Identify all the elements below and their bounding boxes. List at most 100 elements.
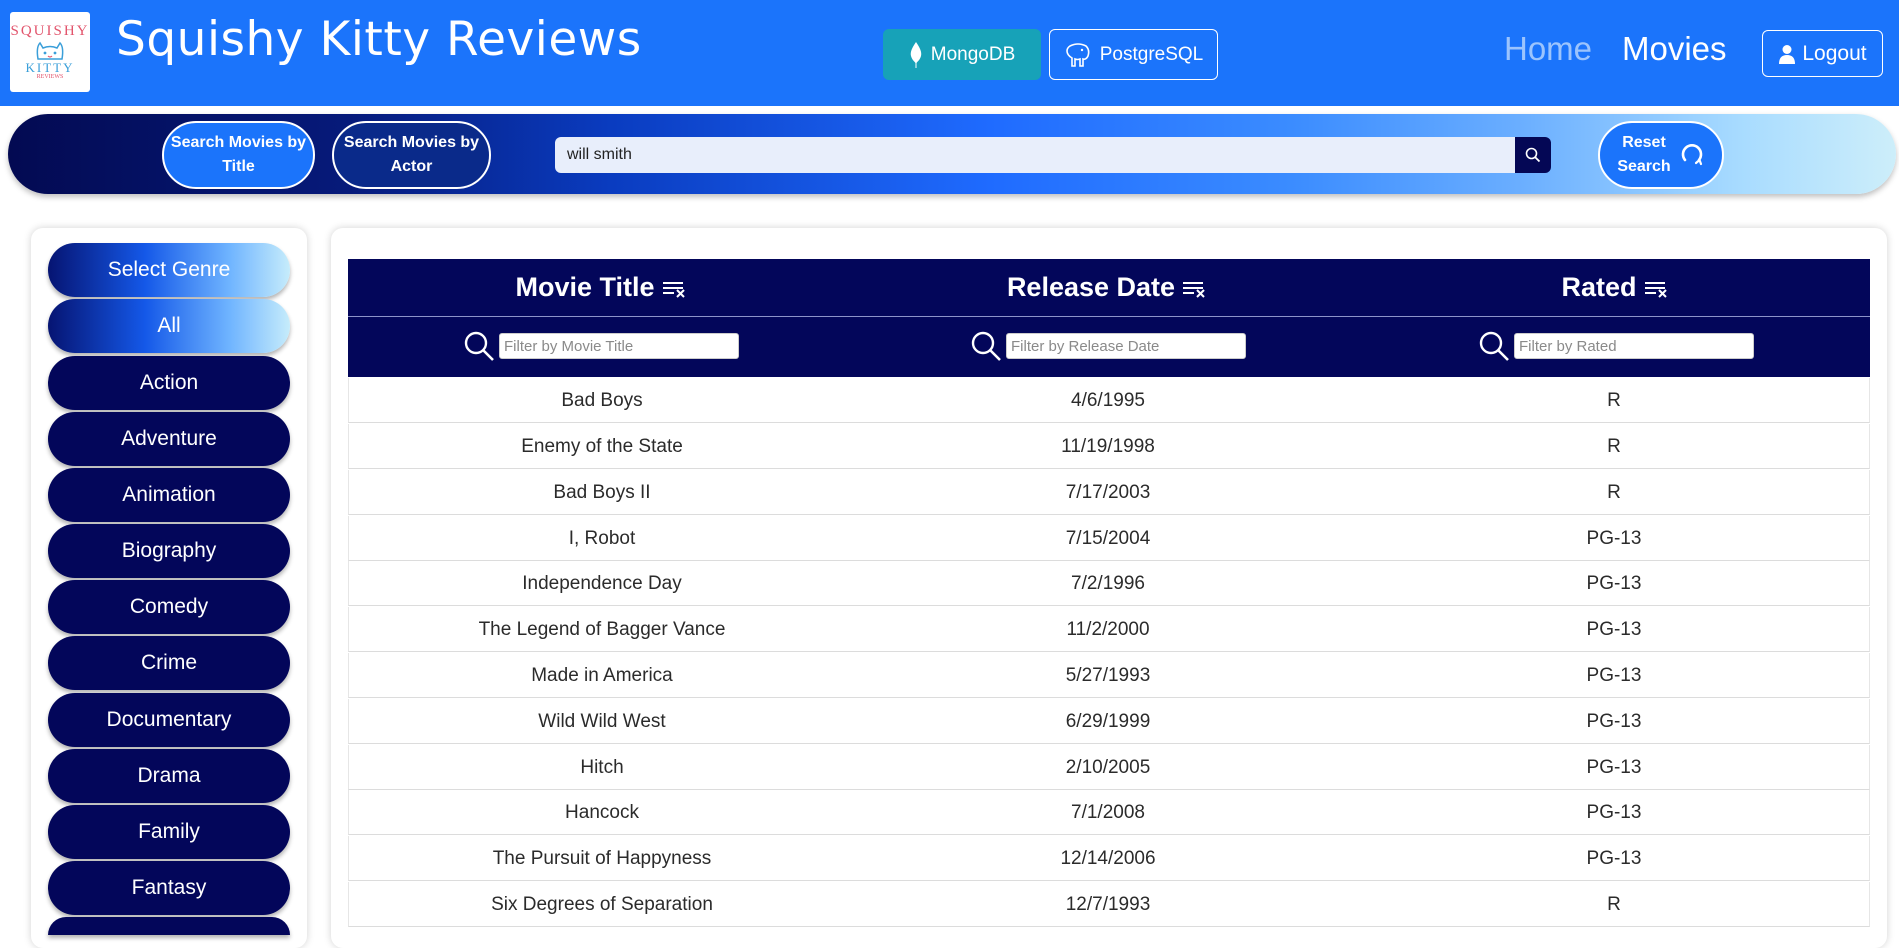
cell-movie-title: The Pursuit of Happyness bbox=[492, 847, 712, 869]
filter-rated-input[interactable] bbox=[1514, 333, 1754, 359]
cell-movie-title: Hitch bbox=[580, 756, 624, 778]
genre-documentary[interactable]: Documentary bbox=[48, 693, 290, 747]
search-by-title-label: Search Movies by Title bbox=[171, 131, 306, 179]
postgresql-button[interactable]: PostgreSQL bbox=[1049, 29, 1218, 80]
genre-action[interactable]: Action bbox=[48, 356, 290, 410]
select-genre-header: Select Genre bbox=[48, 243, 290, 297]
user-icon bbox=[1779, 44, 1796, 64]
search-by-title-button[interactable]: Search Movies by Title bbox=[162, 121, 315, 189]
postgresql-button-label: PostgreSQL bbox=[1099, 43, 1204, 65]
site-title: Squishy Kitty Reviews bbox=[116, 12, 642, 67]
table-row[interactable]: The Legend of Bagger Vance 11/2/2000 PG-… bbox=[348, 607, 1870, 652]
cell-rated: R bbox=[1607, 893, 1621, 915]
reset-icon bbox=[1681, 144, 1702, 166]
genre-comedy[interactable]: Comedy bbox=[48, 580, 290, 634]
mongodb-button[interactable]: MongoDB bbox=[883, 29, 1041, 80]
genre-all[interactable]: All bbox=[48, 299, 290, 353]
cell-movie-title: I, Robot bbox=[568, 527, 636, 549]
filter-rated bbox=[1478, 322, 1754, 370]
search-by-actor-line2: Actor bbox=[390, 158, 433, 175]
cell-release-date: 7/17/2003 bbox=[1065, 481, 1151, 503]
nav-home-link[interactable]: Home bbox=[1504, 30, 1592, 68]
filter-release-date bbox=[970, 322, 1246, 370]
table-row[interactable]: Six Degrees of Separation 12/7/1993 R bbox=[348, 882, 1870, 927]
cell-release-date: 5/27/1993 bbox=[1065, 664, 1151, 686]
cell-release-date: 2/10/2005 bbox=[1065, 756, 1151, 778]
clear-sort-icon[interactable] bbox=[1643, 277, 1669, 299]
genre-animation[interactable]: Animation bbox=[48, 468, 290, 522]
header-divider bbox=[348, 316, 1870, 317]
cell-release-date: 11/2/2000 bbox=[1066, 618, 1150, 640]
search-input[interactable] bbox=[555, 137, 1515, 173]
column-header-movie-title-label: Movie Title bbox=[515, 272, 655, 302]
logout-button[interactable]: Logout bbox=[1762, 30, 1883, 77]
search-by-actor-line1: Search Movies by bbox=[343, 134, 480, 151]
column-header-movie-title[interactable]: Movie Title bbox=[348, 259, 854, 316]
column-header-release-date-label: Release Date bbox=[1006, 272, 1176, 302]
logo-text-middle: KITTY bbox=[25, 60, 75, 75]
table-header: Movie Title Release Date Rated bbox=[348, 259, 1870, 377]
cell-rated: PG-13 bbox=[1586, 847, 1642, 869]
reset-search-line2: Search bbox=[1617, 158, 1671, 175]
genre-adventure[interactable]: Adventure bbox=[48, 412, 290, 466]
cat-logo-icon bbox=[36, 41, 64, 60]
filter-search-icon bbox=[971, 331, 1001, 361]
genre-crime[interactable]: Crime bbox=[48, 636, 290, 690]
table-row[interactable]: Made in America 5/27/1993 PG-13 bbox=[348, 653, 1870, 698]
genre-fantasy[interactable]: Fantasy bbox=[48, 861, 290, 915]
site-logo[interactable]: SQUISHY KITTY REVIEWS bbox=[10, 12, 90, 92]
cell-rated: PG-13 bbox=[1586, 572, 1642, 594]
search-submit-button[interactable] bbox=[1515, 137, 1551, 173]
cell-release-date: 11/19/1998 bbox=[1061, 435, 1155, 457]
table-row[interactable]: Independence Day 7/2/1996 PG-13 bbox=[348, 561, 1870, 606]
search-by-actor-button[interactable]: Search Movies by Actor bbox=[332, 121, 491, 189]
cell-movie-title: Wild Wild West bbox=[538, 710, 666, 732]
table-row[interactable]: I, Robot 7/15/2004 PG-13 bbox=[348, 516, 1870, 561]
search-by-title-line2: Title bbox=[222, 158, 255, 175]
cell-release-date: 7/15/2004 bbox=[1065, 527, 1151, 549]
cell-release-date: 12/14/2006 bbox=[1060, 847, 1156, 869]
genre-next-partial[interactable] bbox=[48, 917, 290, 935]
nav-movies-link[interactable]: Movies bbox=[1622, 30, 1727, 68]
cell-rated: R bbox=[1607, 389, 1621, 411]
reset-search-button[interactable]: Reset Search bbox=[1598, 121, 1724, 189]
genre-biography[interactable]: Biography bbox=[48, 524, 290, 578]
column-header-release-date[interactable]: Release Date bbox=[854, 259, 1360, 316]
table-row[interactable]: Bad Boys II 7/17/2003 R bbox=[348, 470, 1870, 515]
cell-movie-title: Bad Boys bbox=[561, 389, 643, 411]
table-row[interactable]: Enemy of the State 11/19/1998 R bbox=[348, 424, 1870, 469]
cell-movie-title: Made in America bbox=[531, 664, 673, 686]
genre-family[interactable]: Family bbox=[48, 805, 290, 859]
cell-release-date: 7/2/1996 bbox=[1071, 572, 1145, 594]
filter-search-icon bbox=[1479, 331, 1509, 361]
reset-search-label: Reset Search bbox=[1617, 131, 1670, 179]
cell-rated: R bbox=[1607, 481, 1621, 503]
top-navbar: SQUISHY KITTY REVIEWS Squishy Kitty Revi… bbox=[0, 0, 1899, 106]
table-row[interactable]: The Pursuit of Happyness 12/14/2006 PG-1… bbox=[348, 836, 1870, 881]
cell-movie-title: Bad Boys II bbox=[553, 481, 651, 503]
table-row[interactable]: Hancock 7/1/2008 PG-13 bbox=[348, 790, 1870, 835]
search-icon bbox=[1525, 147, 1541, 163]
table-row[interactable]: Bad Boys 4/6/1995 R bbox=[348, 378, 1870, 423]
filter-movie-title-input[interactable] bbox=[499, 333, 739, 359]
logo-text-top: SQUISHY bbox=[10, 23, 90, 39]
cell-release-date: 12/7/1993 bbox=[1065, 893, 1151, 915]
column-header-rated[interactable]: Rated bbox=[1360, 259, 1870, 316]
genre-drama[interactable]: Drama bbox=[48, 749, 290, 803]
logout-button-label: Logout bbox=[1802, 41, 1867, 65]
search-by-title-line1: Search Movies by bbox=[170, 134, 307, 151]
filter-release-date-input[interactable] bbox=[1006, 333, 1246, 359]
table-row[interactable]: Hitch 2/10/2005 PG-13 bbox=[348, 745, 1870, 790]
cell-rated: PG-13 bbox=[1586, 801, 1642, 823]
cell-movie-title: Hancock bbox=[565, 801, 639, 823]
cell-rated: PG-13 bbox=[1586, 710, 1642, 732]
cell-rated: R bbox=[1607, 435, 1621, 457]
table-row[interactable]: Wild Wild West 6/29/1999 PG-13 bbox=[348, 699, 1870, 744]
clear-sort-icon[interactable] bbox=[1181, 277, 1207, 299]
reset-search-line1: Reset bbox=[1622, 134, 1666, 151]
search-by-actor-label: Search Movies by Actor bbox=[344, 131, 479, 179]
cell-movie-title: The Legend of Bagger Vance bbox=[478, 618, 726, 640]
mongodb-button-label: MongoDB bbox=[930, 43, 1016, 65]
cell-release-date: 7/1/2008 bbox=[1071, 801, 1145, 823]
clear-sort-icon[interactable] bbox=[661, 277, 687, 299]
